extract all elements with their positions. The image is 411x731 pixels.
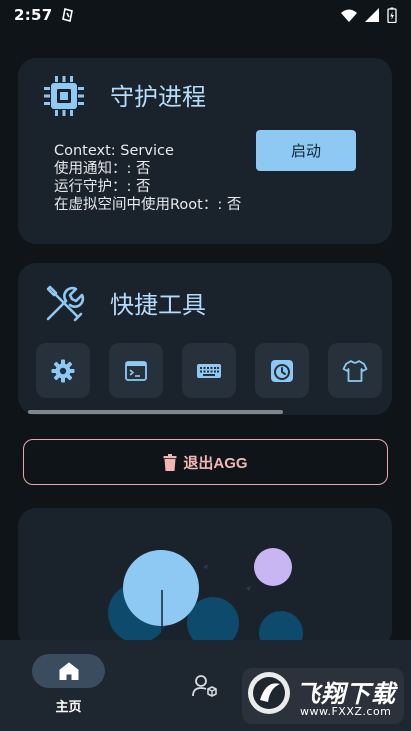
status-bar: 2:57 (0, 0, 411, 30)
watermark-url: www.FXXZ.com (300, 705, 392, 718)
trash-icon (163, 453, 177, 471)
illustration-card (18, 508, 392, 648)
settings-tool-button[interactable] (36, 343, 90, 398)
status-time: 2:57 (14, 6, 53, 24)
virtual-root-line: 在虚拟空间中使用Root：: 否 (54, 197, 242, 213)
terminal-icon (125, 360, 147, 381)
start-button[interactable]: 启动 (256, 130, 356, 171)
terminal-tool-button[interactable] (109, 343, 163, 398)
theme-tool-button[interactable] (328, 343, 382, 398)
tools-scrollbar[interactable] (28, 410, 283, 414)
daemon-running-line: 运行守护：: 否 (54, 179, 151, 195)
daemon-title: 守护进程 (110, 83, 206, 111)
context-line: Context: Service (54, 143, 174, 159)
notification-line: 使用通知：: 否 (54, 161, 151, 177)
exit-agg-label: 退出AGG (183, 454, 248, 472)
wrench-screwdriver-icon (46, 285, 85, 322)
app-notification-icon (61, 8, 73, 22)
battery-icon (387, 7, 397, 23)
home-icon (59, 662, 78, 680)
signal-icon (365, 8, 379, 22)
daemon-info: Context: Service 使用通知：: 否 运行守护：: 否 在虚拟空间… (54, 142, 241, 214)
keyboard-icon (197, 363, 221, 378)
gear-icon (51, 359, 75, 382)
nav-user-settings-icon[interactable] (192, 674, 218, 698)
nav-home-label: 主页 (55, 700, 82, 715)
schedule-tool-button[interactable] (255, 343, 309, 398)
cpu-chip-icon (44, 76, 84, 116)
clock-icon (271, 359, 293, 382)
exit-agg-button[interactable]: 退出AGG (23, 439, 388, 485)
quick-tools-title: 快捷工具 (110, 291, 206, 319)
daemon-card: 守护进程 Context: Service 使用通知：: 否 运行守护：: 否 … (18, 58, 392, 244)
shirt-icon (342, 359, 368, 382)
quick-tools-card: 快捷工具 (18, 263, 392, 415)
tool-row (36, 343, 382, 398)
nav-home-button[interactable] (32, 654, 105, 688)
wifi-icon (341, 9, 357, 22)
keyboard-tool-button[interactable] (182, 343, 236, 398)
bubbles-illustration (108, 548, 303, 648)
watermark-logo-icon (248, 672, 290, 714)
watermark-text: 飞翔下载 (296, 680, 396, 708)
